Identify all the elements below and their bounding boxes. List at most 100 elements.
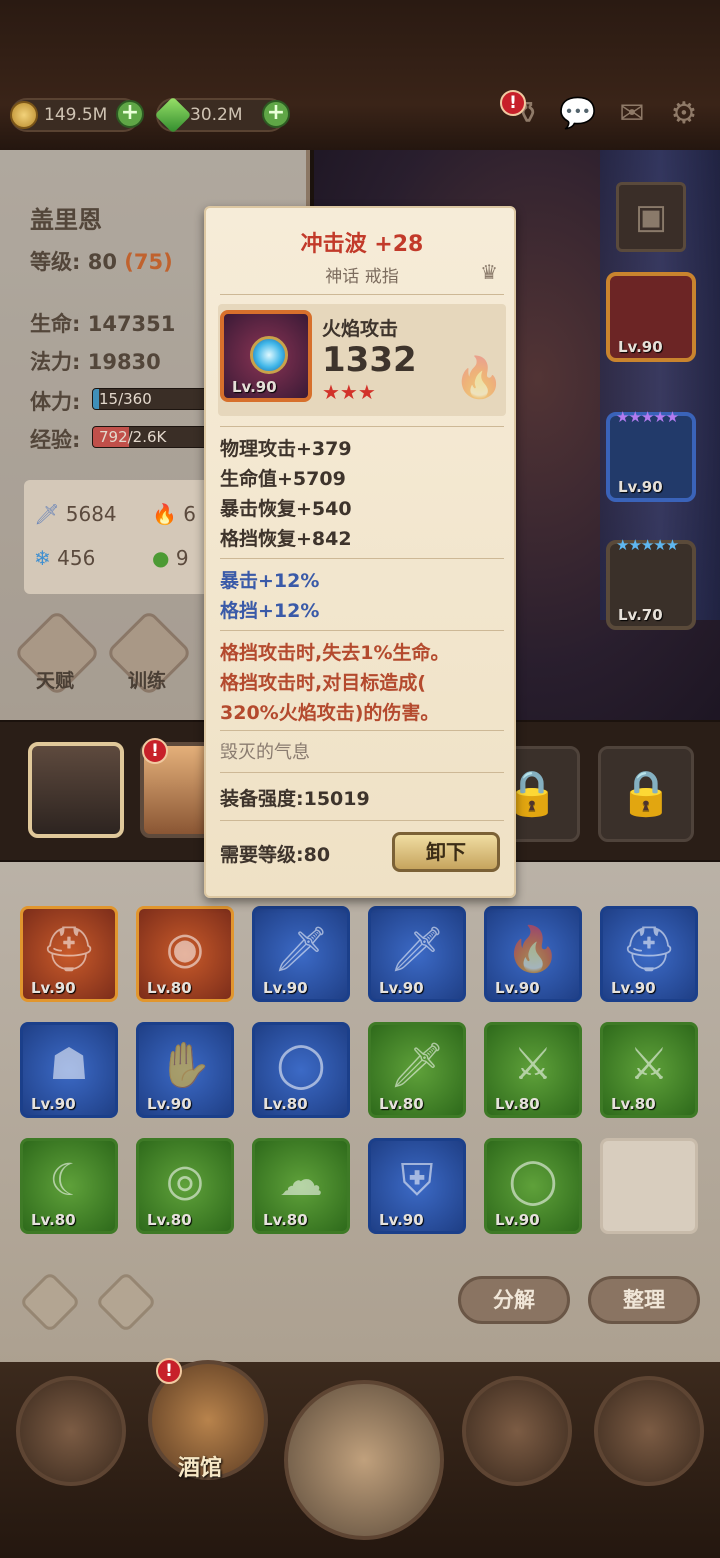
chat-icon[interactable]: 💬 [558, 94, 598, 134]
mp-value: 19830 [87, 350, 161, 374]
exp-fill: 792/2.6K [93, 427, 211, 447]
scimitar-icon: ⚔ [513, 1039, 553, 1090]
inventory-item[interactable]: 🗡 Lv.90 [252, 906, 350, 1002]
attr-value: 1332 [322, 340, 417, 380]
mp-label: 法力: [30, 350, 81, 374]
req-level-row: 需要等级:80 [220, 840, 330, 867]
hero-level-row: 等级: 80 (75) [30, 246, 173, 276]
item-level: Lv.90 [379, 1211, 424, 1229]
attack-stat: 🗡 5684 [34, 502, 117, 526]
mail-icon[interactable]: ✉ [612, 94, 652, 134]
inventory-item[interactable]: ⚔ Lv.80 [484, 1022, 582, 1118]
inventory-item[interactable]: 🔥 Lv.90 [484, 906, 582, 1002]
power-label: 装备强度: [220, 788, 304, 810]
fire-element-icon: 🔥 [454, 355, 504, 401]
power-value: 15019 [303, 788, 370, 810]
inventory-item[interactable]: ⛨ Lv.90 [368, 1138, 466, 1234]
item-level: Lv.90 [147, 1095, 192, 1113]
item-stars: ★★★ [322, 380, 376, 404]
unequip-button[interactable]: 卸下 [392, 832, 500, 872]
leaf-icon: ● [152, 546, 170, 570]
sword-stat-icon: 🗡 [34, 502, 60, 526]
nav-treasure-button[interactable] [462, 1376, 572, 1486]
inventory-item[interactable]: ☁ Lv.80 [252, 1138, 350, 1234]
nav-forge-button[interactable] [594, 1376, 704, 1486]
ring-gem-icon [250, 336, 288, 374]
divider [220, 772, 504, 773]
divider [220, 294, 504, 295]
settings-gear-icon[interactable]: ⚙ [664, 94, 704, 134]
inventory-item[interactable]: ◯ Lv.80 [252, 1022, 350, 1118]
stamina-value: 15/360 [99, 390, 152, 408]
sword-icon: 🗡 [273, 924, 329, 975]
inventory-item[interactable]: ✋ Lv.90 [136, 1022, 234, 1118]
bonus-line: 暴击+12% [220, 570, 320, 592]
nav-house-button[interactable] [16, 1376, 126, 1486]
amulet-icon: ◉ [165, 923, 205, 974]
equipped-ring-slot[interactable]: Lv.90 [606, 272, 696, 362]
gauntlet-icon: ✋ [157, 1040, 213, 1091]
item-level: Lv.80 [263, 1095, 308, 1113]
req-label: 需要等级: [220, 844, 304, 866]
equipped-shield-slot[interactable]: ★★★★★ Lv.70 [606, 536, 696, 630]
alert-badge: ! [500, 90, 526, 116]
add-gems-button[interactable]: + [262, 100, 290, 128]
inventory-item[interactable]: ⛑ Lv.90 [20, 906, 118, 1002]
slot-stars: ★★★★★ [616, 536, 679, 554]
item-level: Lv.80 [147, 979, 192, 997]
gold-coin-icon [10, 101, 38, 129]
stat-line: 格挡恢复+842 [220, 528, 352, 550]
inventory-item[interactable]: ◎ Lv.80 [136, 1138, 234, 1234]
item-level: Lv.90 [31, 979, 76, 997]
level-value: 80 [87, 250, 117, 274]
snowflake-icon: ❄ [34, 546, 51, 570]
inventory-item[interactable]: 🗡 Lv.90 [368, 906, 466, 1002]
item-header-box: Lv.90 火焰攻击 1332 ★★★ 🔥 [218, 304, 506, 416]
item-level: Lv.80 [31, 1211, 76, 1229]
divider [220, 426, 504, 427]
divider [220, 820, 504, 821]
item-level: Lv.90 [379, 979, 424, 997]
hero-portrait-selected[interactable] [28, 742, 124, 838]
helmet-icon: ⛑ [41, 924, 97, 975]
train-label: 训练 [128, 670, 167, 692]
locked-slot: 🔒 [598, 746, 694, 842]
item-level: Lv.80 [147, 1211, 192, 1229]
nav-main-button[interactable] [284, 1380, 444, 1540]
stamina-label: 体力: [30, 390, 81, 414]
inventory-item[interactable]: ◯ Lv.90 [484, 1138, 582, 1234]
inventory-item[interactable]: ⚔ Lv.80 [600, 1022, 698, 1118]
inventory-item[interactable]: ☗ Lv.90 [20, 1022, 118, 1118]
fire-value: 6 [183, 502, 196, 526]
ring-item-icon: Lv.90 [220, 310, 312, 402]
stamina-fill: 15/360 [93, 389, 211, 409]
add-gold-button[interactable]: + [116, 100, 144, 128]
tavern-alert-badge: ! [156, 1358, 182, 1384]
lock-icon: 🔒 [618, 768, 674, 819]
sort-button[interactable]: 整理 [588, 1276, 700, 1324]
inventory-item[interactable]: ◉ Lv.80 [136, 906, 234, 1002]
exp-bar: 792/2.6K [92, 426, 212, 448]
codex-icon[interactable]: ▣ [616, 182, 686, 252]
divider [220, 630, 504, 631]
empty-inventory-slot[interactable] [600, 1138, 698, 1234]
fire-stat-icon: 🔥 [152, 502, 177, 526]
equipped-armor-slot[interactable]: ★★★★★ Lv.90 [606, 408, 696, 502]
item-level: Lv.90 [263, 979, 308, 997]
divider [220, 730, 504, 731]
divider [220, 558, 504, 559]
scimitar-icon: ⚔ [629, 1039, 669, 1090]
cloak-icon: ☁ [279, 1155, 323, 1206]
inventory-item[interactable]: ☾ Lv.80 [20, 1138, 118, 1234]
mp-row: 法力: 19830 [30, 346, 161, 376]
poison-stat: ● 9 [152, 546, 189, 570]
set-name: 毁灭的气息 [220, 742, 310, 763]
decompose-button[interactable]: 分解 [458, 1276, 570, 1324]
inventory-item[interactable]: ⛑ Lv.90 [600, 906, 698, 1002]
inventory-item[interactable]: 🗡 Lv.80 [368, 1022, 466, 1118]
sword-icon: 🗡 [389, 1040, 445, 1091]
bonus-line: 格挡+12% [220, 600, 320, 622]
exp-label: 经验: [30, 428, 81, 452]
item-level: Lv.90 [495, 1211, 540, 1229]
stamina-bar: 15/360 [92, 388, 212, 410]
